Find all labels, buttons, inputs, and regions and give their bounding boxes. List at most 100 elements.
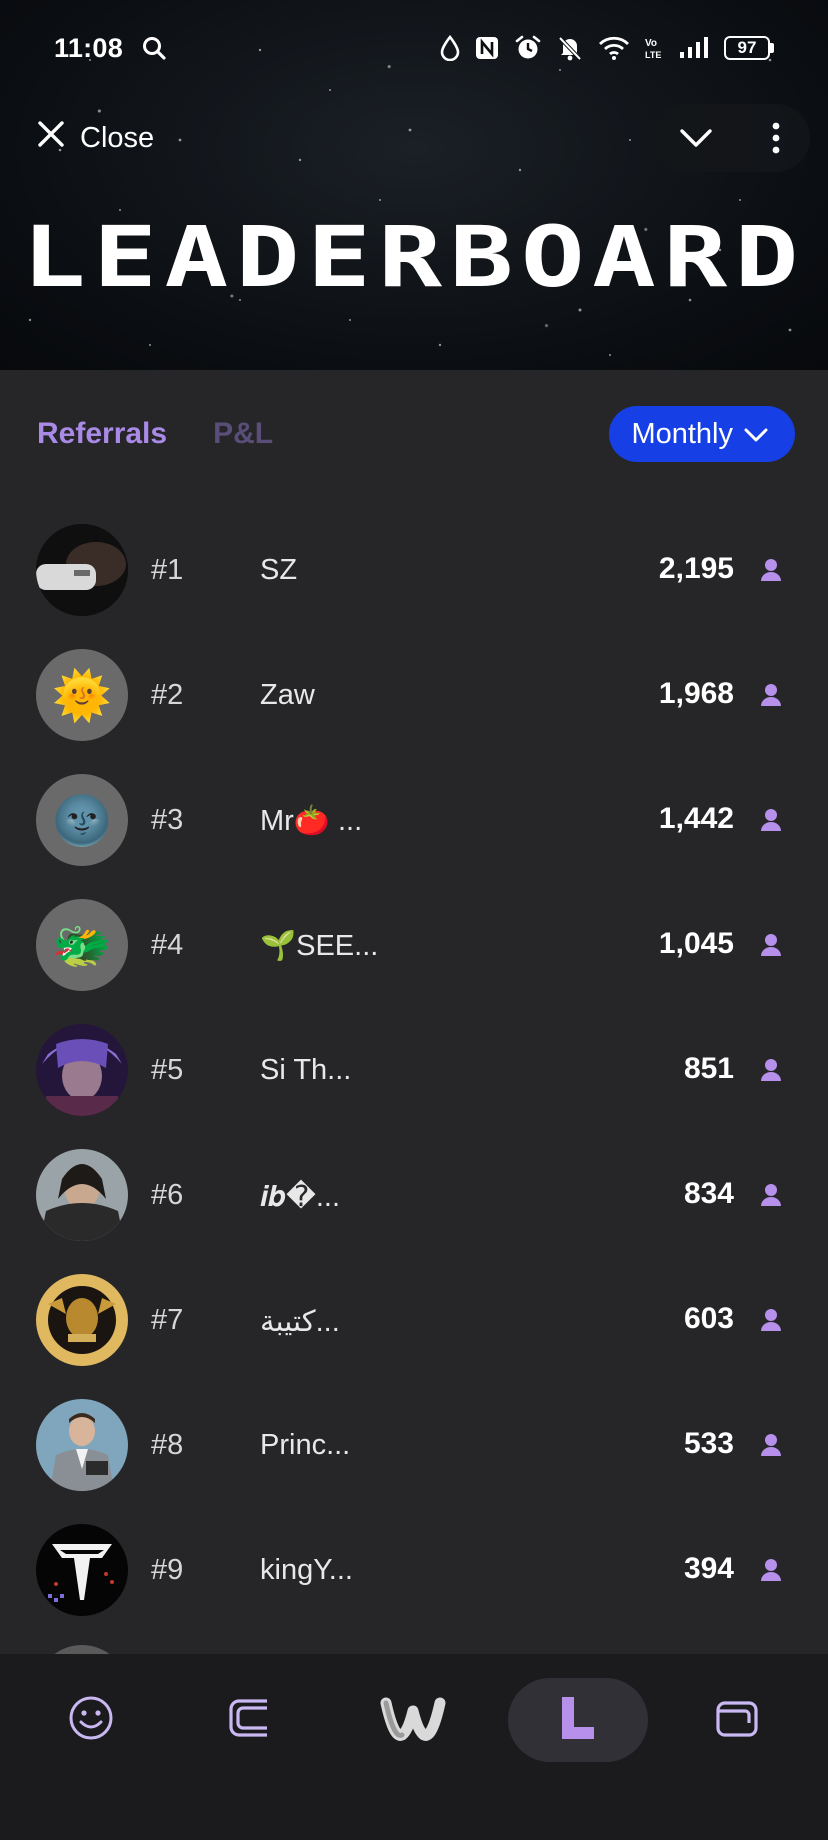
avatar [36,1524,128,1616]
avatar [36,1399,128,1491]
rank-label: #2 [151,679,184,711]
referral-count: 834 [683,1177,734,1210]
volte-icon: Vo LTE [644,35,664,61]
battery-icon: 97 [724,36,774,60]
avatar-emoji: 🌞 [52,669,112,723]
tab-referrals[interactable]: Referrals [37,417,167,451]
bottom-nav [0,1654,828,1840]
leaderboard-row[interactable]: #5 Si Th... 851 [0,1014,828,1139]
rank-label: #4 [151,929,184,961]
referral-count: 533 [683,1427,734,1460]
avatar-emoji: 🌚 [52,794,112,848]
search-icon [141,35,167,61]
avatar: 🌚 [36,774,128,866]
svg-text:Vo: Vo [645,38,657,49]
nav-item-wallet[interactable] [694,1678,780,1762]
user-name: Si Th... [260,1054,352,1086]
period-select[interactable]: Monthly [609,406,795,462]
leaderboard-list: #1 SZ 2,195 🌞 #2 Zaw 1,968 🌚 #3 Mr🍅 ... … [0,514,828,1655]
referral-count: 2,195 [658,552,734,585]
signal-icon [678,35,710,61]
bracket-icon [227,1697,271,1744]
chevron-down-icon [743,418,769,451]
close-label: Close [80,121,155,154]
leaderboard-row[interactable]: 🌞 #2 Zaw 1,968 [0,639,828,764]
avatar [36,524,128,616]
status-time: 11:08 [54,32,124,63]
tab-pnl[interactable]: P&L [213,417,273,451]
leaderboard-tabs: Referrals P&L Monthly [0,406,828,462]
user-icon [760,683,782,712]
user-icon [760,808,782,837]
rank-label: #8 [151,1429,184,1461]
referral-count: 1,968 [658,677,734,710]
user-name: Princ... [260,1429,351,1461]
wallet-icon [715,1697,759,1744]
user-name: 𝒊𝒃�... [260,1181,341,1213]
leaderboard-l-icon [558,1695,598,1746]
leaderboard-row-partial [0,1639,828,1655]
avatar [36,1274,128,1366]
svg-text:LTE: LTE [645,50,661,60]
status-bar: 11:08 Vo LTE 97 [0,0,828,96]
referral-count: 603 [683,1302,734,1335]
leaderboard-row[interactable]: 🌚 #3 Mr🍅 ... 1,442 [0,764,828,889]
rank-label: #6 [151,1179,184,1211]
nav-item-home-logo[interactable] [370,1678,456,1762]
battery-level: 97 [724,36,770,60]
user-icon [760,1058,782,1087]
page-title-text: LEADERBOARD [22,220,806,300]
rank-label: #3 [151,804,184,836]
leaderboard-row[interactable]: 🐲 #4 🌱SEE... 1,045 [0,889,828,1014]
nav-item-leaderboard[interactable] [508,1678,648,1762]
user-name: Zaw [260,679,315,711]
rank-label: #7 [151,1304,184,1336]
top-actions [650,104,810,172]
status-icons: Vo LTE 97 [440,34,774,62]
page-title: LEADERBOARD [0,220,828,300]
mute-icon [556,34,584,62]
leaderboard-row[interactable]: #6 𝒊𝒃�... 834 [0,1139,828,1264]
user-icon [760,558,782,587]
more-vertical-icon[interactable] [771,122,781,154]
leaderboard-row[interactable]: #7 كتيبة... 603 [0,1264,828,1389]
avatar-emoji: 🐲 [52,919,112,973]
period-select-value: Monthly [631,417,733,450]
referral-count: 1,045 [658,927,734,960]
user-icon [760,1558,782,1587]
rank-label: #5 [151,1054,184,1086]
alarm-icon [514,34,542,62]
leaderboard-hero: 11:08 Vo LTE 97 Close LEADERBOARD [0,0,828,370]
smiley-icon [68,1695,114,1746]
referral-count: 851 [683,1052,734,1085]
drop-icon [440,35,460,61]
nfc-icon [474,35,500,61]
avatar [36,1024,128,1116]
user-name: كتيبة... [260,1306,340,1338]
referral-count: 1,442 [658,802,734,835]
user-icon [760,933,782,962]
avatar: 🐲 [36,899,128,991]
user-name: Mr🍅 ... [260,805,363,837]
close-icon [36,119,66,157]
wifi-icon [598,35,630,61]
avatar: 🌞 [36,649,128,741]
user-icon [760,1183,782,1212]
avatar [36,1149,128,1241]
referral-count: 394 [683,1552,734,1585]
user-name: 🌱SEE... [260,930,379,962]
nav-item-cards[interactable] [206,1678,292,1762]
close-button[interactable]: Close [36,114,154,162]
chevron-down-icon[interactable] [679,127,713,149]
leaderboard-row[interactable]: #9 kingY... 394 [0,1514,828,1639]
rank-label: #1 [151,554,184,586]
nav-item-home[interactable] [48,1678,134,1762]
user-name: SZ [260,554,298,586]
user-icon [760,1308,782,1337]
rank-label: #9 [151,1554,184,1586]
user-icon [760,1433,782,1462]
leaderboard-row[interactable]: #1 SZ 2,195 [0,514,828,639]
leaderboard-row[interactable]: #8 Princ... 533 [0,1389,828,1514]
w-logo-icon [380,1693,446,1748]
user-name: kingY... [260,1554,353,1586]
